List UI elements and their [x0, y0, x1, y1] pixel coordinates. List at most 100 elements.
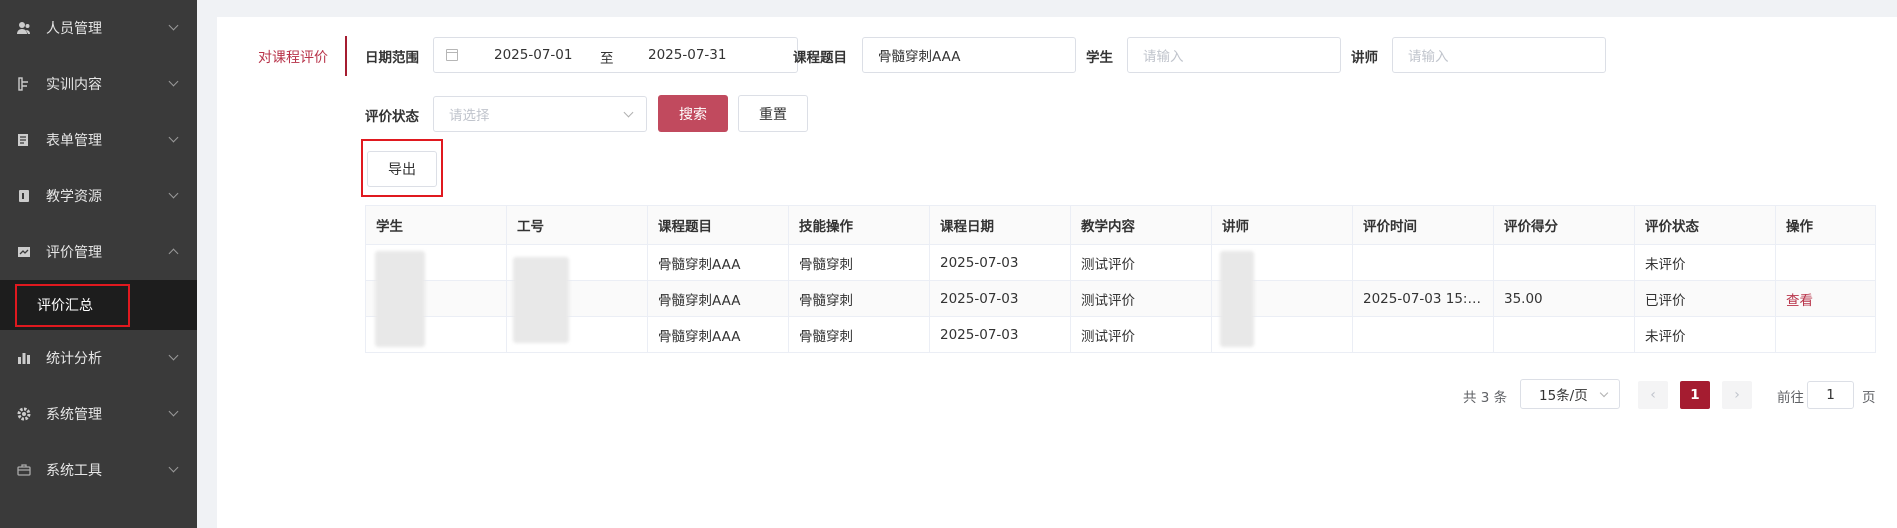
prev-page-button[interactable]: ‹: [1638, 381, 1668, 409]
sidebar-item-label: 实训内容: [46, 77, 102, 93]
table-row: 骨髓穿刺AAA 骨髓穿刺 2025-07-03 测试评价 未评价: [365, 244, 1876, 281]
sidebar-item-system-management[interactable]: 系统管理: [0, 386, 197, 442]
eval-status-select[interactable]: 请选择: [433, 96, 647, 132]
sidebar-item-evaluation-management[interactable]: 评价管理: [0, 224, 197, 280]
cell-course: 骨髓穿刺AAA: [647, 316, 789, 353]
sidebar-item-label: 系统管理: [46, 407, 102, 423]
date-start-input[interactable]: 2025-07-01: [494, 47, 572, 63]
redacted-student: [375, 251, 425, 347]
cell-eval-time: [1352, 316, 1494, 353]
teacher-input[interactable]: 请输入: [1392, 37, 1606, 73]
page-size-value: 15条/页: [1539, 388, 1588, 404]
cell-content: 测试评价: [1070, 280, 1212, 317]
form-icon: [17, 133, 31, 147]
reset-button[interactable]: 重置: [738, 95, 808, 132]
chevron-down-icon: [168, 350, 179, 361]
next-page-button[interactable]: ›: [1722, 381, 1752, 409]
date-end-input[interactable]: 2025-07-31: [648, 47, 726, 63]
cell-action: [1775, 244, 1876, 281]
sidebar-item-statistics[interactable]: 统计分析: [0, 330, 197, 386]
column-header: 讲师: [1211, 205, 1353, 245]
bar-chart-icon: [17, 351, 31, 365]
sidebar-item-personnel[interactable]: 人员管理: [0, 0, 197, 56]
goto-page-input[interactable]: 1: [1807, 381, 1854, 409]
cell-status: 已评价: [1634, 280, 1776, 317]
student-input[interactable]: 请输入: [1127, 37, 1341, 73]
chevron-down-icon: [1599, 388, 1609, 398]
cell-date: 2025-07-03: [929, 316, 1071, 353]
cell-score: [1493, 316, 1635, 353]
tab-active-indicator: [345, 36, 347, 76]
sidebar-subitem-evaluation-summary[interactable]: 评价汇总: [0, 280, 197, 330]
evaluation-table: 学生 工号 课程题目 技能操作 课程日期 教学内容 讲师 评价时间 评价得分 评…: [365, 205, 1876, 353]
cell-eval-time: 2025-07-03 15:2...: [1352, 280, 1494, 317]
sidebar-item-label: 系统工具: [46, 463, 102, 479]
student-label: 学生: [1086, 50, 1113, 66]
cell-action: [1775, 316, 1876, 353]
highlight-box: [361, 139, 443, 197]
sidebar-item-label: 评价管理: [46, 245, 102, 261]
cell-eval-time: [1352, 244, 1494, 281]
table-row: 骨髓穿刺AAA 骨髓穿刺 2025-07-03 测试评价 2025-07-03 …: [365, 280, 1876, 317]
resource-icon: [17, 189, 31, 203]
chevron-down-icon: [168, 76, 179, 87]
content-icon: [17, 77, 31, 91]
date-range-picker[interactable]: 2025-07-01 至 2025-07-31: [433, 37, 798, 73]
cell-date: 2025-07-03: [929, 280, 1071, 317]
cell-score: [1493, 244, 1635, 281]
chevron-down-icon: [168, 462, 179, 473]
cell-skill: 骨髓穿刺: [788, 280, 930, 317]
column-header: 评价状态: [1634, 205, 1776, 245]
student-placeholder: 请输入: [1143, 49, 1184, 65]
course-title-input[interactable]: 骨髓穿刺AAA: [862, 37, 1076, 73]
page-size-select[interactable]: 15条/页: [1520, 379, 1620, 409]
eval-status-placeholder: 请选择: [449, 108, 490, 124]
column-header: 教学内容: [1070, 205, 1212, 245]
cell-content: 测试评价: [1070, 244, 1212, 281]
column-header: 操作: [1775, 205, 1876, 245]
table-header-row: 学生 工号 课程题目 技能操作 课程日期 教学内容 讲师 评价时间 评价得分 评…: [365, 205, 1876, 245]
eval-status-label: 评价状态: [365, 109, 419, 125]
cell-course: 骨髓穿刺AAA: [647, 244, 789, 281]
chevron-down-icon: [168, 406, 179, 417]
tab-course-evaluation[interactable]: 对课程评价: [258, 47, 328, 67]
search-button[interactable]: 搜索: [658, 95, 728, 132]
cell-skill: 骨髓穿刺: [788, 316, 930, 353]
date-range-label: 日期范围: [365, 50, 419, 66]
column-header: 工号: [506, 205, 648, 245]
page-number-current[interactable]: 1: [1680, 381, 1710, 409]
column-header: 学生: [365, 205, 507, 245]
calendar-icon: [446, 49, 458, 61]
date-separator: 至: [600, 51, 614, 67]
highlight-box: [15, 284, 130, 327]
chevron-down-icon: [623, 107, 634, 118]
goto-prefix: 前往: [1777, 390, 1804, 406]
column-header: 课程日期: [929, 205, 1071, 245]
chevron-down-icon: [168, 20, 179, 31]
teacher-placeholder: 请输入: [1408, 49, 1449, 65]
cell-content: 测试评价: [1070, 316, 1212, 353]
goto-suffix: 页: [1862, 390, 1876, 406]
view-link[interactable]: 查看: [1786, 293, 1813, 309]
pagination-total: 共 3 条: [1463, 390, 1508, 406]
column-header: 技能操作: [788, 205, 930, 245]
sidebar-item-label: 人员管理: [46, 21, 102, 37]
sidebar-item-form-management[interactable]: 表单管理: [0, 112, 197, 168]
sidebar-item-training-content[interactable]: 实训内容: [0, 56, 197, 112]
sidebar-item-label: 表单管理: [46, 133, 102, 149]
column-header: 评价得分: [1493, 205, 1635, 245]
sidebar: 人员管理 实训内容 表单管理 教学资源 评价管理 评价汇总 统计分析 系统管理 …: [0, 0, 197, 528]
gear-icon: [17, 407, 31, 421]
column-header: 课程题目: [647, 205, 789, 245]
chevron-down-icon: [168, 132, 179, 143]
redacted-teacher: [1220, 251, 1254, 347]
main-panel: 对课程评价 日期范围 2025-07-01 至 2025-07-31 课程题目 …: [217, 17, 1897, 528]
cell-status: 未评价: [1634, 244, 1776, 281]
sidebar-item-teaching-resources[interactable]: 教学资源: [0, 168, 197, 224]
toolbox-icon: [17, 463, 31, 477]
course-title-label: 课程题目: [793, 50, 847, 66]
sidebar-item-label: 教学资源: [46, 189, 102, 205]
evaluation-icon: [17, 245, 31, 259]
sidebar-item-system-tools[interactable]: 系统工具: [0, 442, 197, 498]
cell-date: 2025-07-03: [929, 244, 1071, 281]
